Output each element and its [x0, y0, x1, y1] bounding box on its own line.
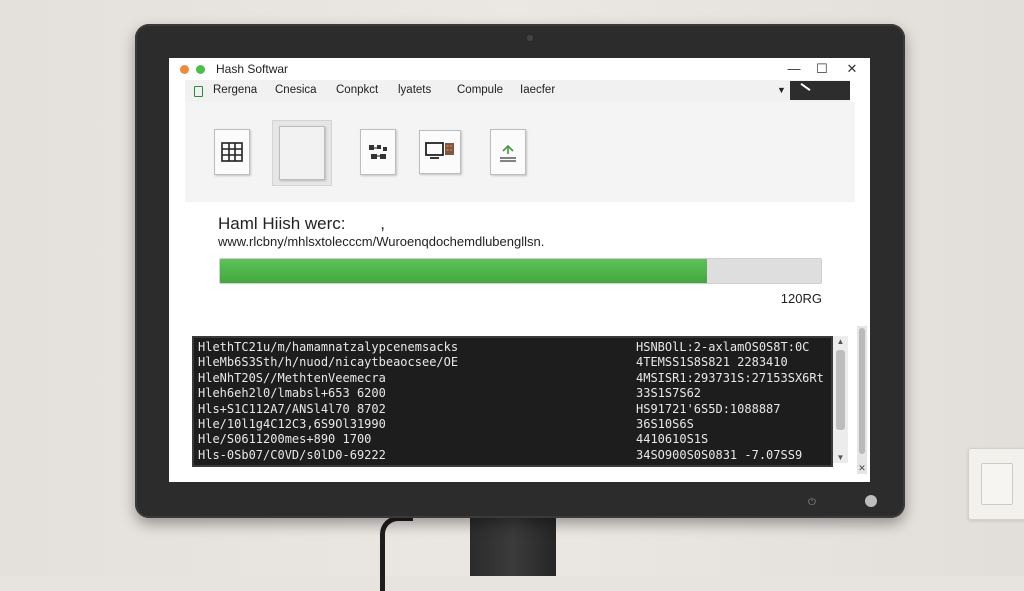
circuit-icon	[369, 145, 387, 159]
tool-blank-doc[interactable]	[272, 120, 332, 186]
file-path-cell: Hleh6eh2l0/lmabsl+653 6200	[198, 386, 386, 401]
hash-label: Haml Hiish werc: ,	[218, 214, 385, 234]
progress-bar	[219, 258, 822, 284]
progress-fill	[220, 259, 707, 283]
close-button[interactable]: ✕	[841, 60, 863, 78]
window-zoom-dot[interactable]	[196, 65, 205, 74]
toolbar	[185, 102, 855, 202]
file-path-cell: HleMb6S3Sth/h/nuod/nicaytbeaocsee/OE	[198, 355, 459, 370]
menu-bar: Rergena Cnesica Conpkct lyatets Compule …	[185, 80, 850, 103]
app-menu-icon[interactable]	[194, 86, 203, 97]
grid-icon	[221, 142, 243, 162]
file-path-cell: HlethTC21u/m/hamamnatzalypcenemsacks	[198, 340, 459, 354]
file-path-cell: Hls+S1C112A7/ANSl4l70 8702	[198, 401, 386, 416]
hash-value-cell: HS91721'6S5D:1088887	[636, 401, 781, 416]
monitor-cable	[380, 516, 413, 591]
tool-hash-table[interactable]	[211, 127, 253, 177]
hash-value-cell: 4410610S1S	[636, 432, 709, 447]
minimize-button[interactable]: —	[783, 60, 805, 78]
hash-table-doc-icon	[214, 129, 250, 175]
circuit-doc-icon	[360, 129, 396, 175]
file-path-cell: Hle/S0611200mes+890 1700	[198, 432, 372, 447]
monitor-stand	[470, 512, 556, 576]
tool-circuit[interactable]	[357, 127, 399, 177]
menu-item-rergena[interactable]: Rergena	[213, 84, 257, 96]
scroll-down-icon[interactable]: ▼	[833, 453, 848, 462]
hash-label-text: Haml Hiish werc:	[218, 214, 346, 233]
window-close-dot[interactable]	[180, 65, 189, 74]
hash-value-cell: 34SO900S0S0831 -7.07SS9	[636, 447, 803, 462]
close-icon[interactable]: ✕	[857, 463, 867, 474]
list-scroll-thumb[interactable]	[836, 350, 845, 430]
tool-upload[interactable]	[487, 127, 529, 177]
window-scroll-thumb[interactable]	[859, 328, 865, 454]
blank-doc-icon	[279, 126, 325, 180]
hash-label-extra: ,	[380, 214, 385, 233]
file-path-cell: Hls-0Sb07/C0VD/s0lD0-69222	[198, 447, 386, 462]
hash-value-cell: 4TEMSS1S8S821 2283410	[636, 355, 788, 370]
file-size: 120RG	[780, 291, 822, 306]
scroll-up-icon[interactable]: ▲	[833, 337, 848, 346]
power-symbol-icon: ⏻	[808, 497, 816, 508]
menu-item-lyatets[interactable]: lyatets	[398, 84, 431, 96]
file-path-cell: HleNhT20S//MethtenVeemecra	[198, 370, 386, 385]
hash-output-list[interactable]: HlethTC21u/m/hamamnatzalypcenemsacks HSNB…	[192, 336, 833, 467]
app-window: Hash Softwar — ☐ ✕ Rergena Cnesica Conpk…	[169, 58, 870, 482]
hash-value-cell: 33S1S7S62	[636, 386, 702, 401]
hash-panel: Haml Hiish werc: , www.rlcbny/mhlsxtolec…	[169, 202, 870, 334]
hash-value-cell: 36S10S6S	[636, 417, 694, 431]
webcam-dot	[527, 35, 533, 41]
window-title: Hash Softwar	[216, 62, 289, 76]
upload-doc-icon	[490, 129, 526, 175]
file-path-cell: Hle/10l1g4C12C3,6S9Ol31990	[198, 417, 386, 431]
menu-search-field[interactable]	[790, 81, 850, 100]
menu-item-conpkct[interactable]: Conpkct	[336, 84, 378, 96]
menu-item-cnesica[interactable]: Cnesica	[275, 84, 317, 96]
hash-value-cell: HSNBOlL:2-axlamOS0S8T:0C	[636, 340, 810, 354]
device-doc-icon	[419, 130, 461, 174]
cursor-icon	[800, 83, 811, 91]
maximize-button[interactable]: ☐	[811, 60, 833, 78]
list-scrollbar[interactable]: ▲ ▼	[833, 336, 848, 463]
upload-icon	[500, 144, 516, 162]
tool-device[interactable]	[419, 127, 461, 177]
menu-item-iaecfer[interactable]: Iaecfer	[520, 84, 555, 96]
window-scrollbar[interactable]: ✕	[857, 326, 867, 474]
chevron-down-icon[interactable]: ▼	[777, 85, 786, 95]
menu-item-compule[interactable]: Compule	[457, 84, 503, 96]
hash-url: www.rlcbny/mhlsxtolecccm/Wuroenqdochemdl…	[218, 234, 545, 249]
light-switch-plate	[981, 463, 1013, 505]
light-switch	[968, 448, 1024, 520]
hash-value-cell: 4MSISR1:293731S:27153SX6Rt	[636, 370, 824, 385]
title-bar: Hash Softwar — ☐ ✕	[169, 58, 870, 80]
power-button[interactable]	[865, 495, 877, 507]
monitor-icon	[425, 142, 454, 159]
